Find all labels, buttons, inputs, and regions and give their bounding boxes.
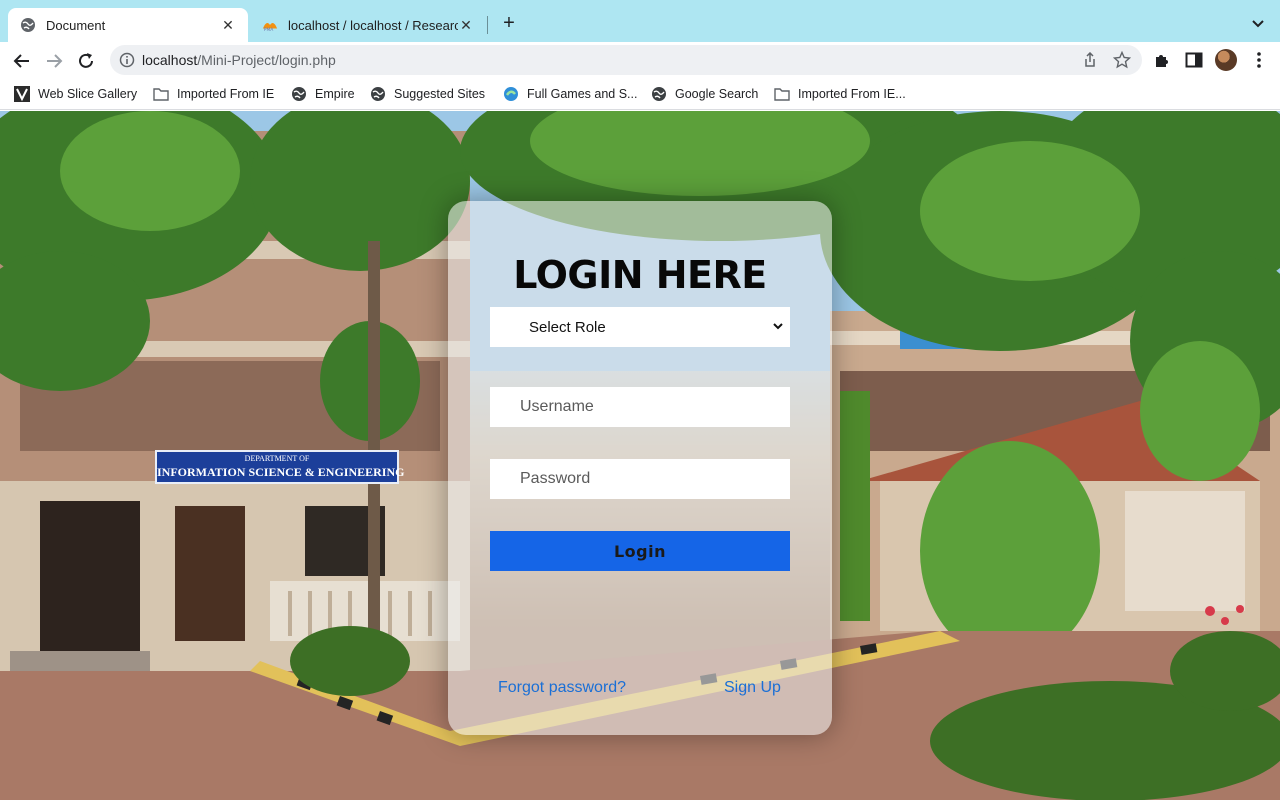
back-arrow-icon[interactable] — [10, 49, 34, 73]
profile-avatar[interactable] — [1215, 49, 1237, 71]
password-input[interactable] — [490, 459, 790, 499]
extensions-puzzle-icon[interactable] — [1152, 50, 1172, 70]
chevron-down-icon — [772, 319, 784, 333]
bookmark-label: Empire — [315, 87, 355, 101]
bookmark-label: Imported From IE... — [798, 87, 906, 101]
tab-research[interactable]: PMA localhost / localhost / Research ✕ — [250, 8, 486, 42]
department-sign-line-2: INFORMATION SCIENCE & ENGINEERING — [157, 465, 405, 479]
svg-text:PMA: PMA — [264, 27, 274, 33]
bookmark-web-slice-gallery[interactable]: Web Slice Gallery — [14, 84, 137, 104]
address-bar[interactable]: localhost/Mini-Project/login.php — [110, 45, 1142, 75]
bookmark-label: Imported From IE — [177, 87, 275, 101]
url-host: localhost — [142, 52, 198, 68]
tab-title: Document — [46, 17, 106, 33]
login-page: DEPARTMENT OF INFORMATION SCIENCE & ENGI… — [0, 111, 1280, 800]
new-tab-button[interactable]: + — [498, 13, 520, 35]
more-vertical-icon[interactable] — [1249, 50, 1269, 70]
share-icon[interactable] — [1081, 51, 1099, 69]
role-select-value: Select Role — [529, 318, 606, 336]
globe-icon — [291, 86, 307, 102]
tab-strip: Document ✕ PMA localhost / localhost / R… — [0, 0, 1280, 42]
bookmark-label: Full Games and S... — [527, 87, 638, 101]
bookmark-imported-from-ie-2[interactable]: Imported From IE... — [774, 84, 906, 104]
sign-up-link[interactable]: Sign Up — [724, 679, 781, 697]
username-input[interactable] — [490, 387, 790, 427]
tab-divider — [487, 16, 488, 34]
tab-search-chevron-icon[interactable] — [1248, 14, 1268, 34]
phpmyadmin-icon: PMA — [262, 17, 278, 33]
tab-title: localhost / localhost / Research — [288, 17, 458, 33]
close-tab-icon[interactable]: ✕ — [220, 17, 236, 33]
bookmark-label: Suggested Sites — [394, 87, 486, 101]
close-tab-icon[interactable]: ✕ — [458, 17, 474, 33]
bookmark-suggested-sites[interactable]: Suggested Sites — [370, 84, 485, 104]
bookmark-empire[interactable]: Empire — [291, 84, 355, 104]
reload-icon[interactable] — [74, 49, 98, 73]
bookmark-google-search[interactable]: Google Search — [651, 84, 758, 104]
edge-icon — [503, 86, 519, 102]
browser-toolbar: localhost/Mini-Project/login.php — [0, 42, 1280, 78]
url-path: /Mini-Project/login.php — [197, 52, 336, 68]
role-select[interactable]: Select Role — [490, 307, 790, 347]
tab-document[interactable]: Document ✕ — [8, 8, 248, 42]
bookmark-star-icon[interactable] — [1113, 51, 1131, 69]
bookmark-label: Web Slice Gallery — [38, 87, 138, 101]
login-title: LOGIN HERE — [513, 253, 767, 297]
login-card: LOGIN HERE Select Role Login Forgot pass… — [448, 201, 832, 735]
folder-icon — [153, 86, 169, 102]
department-sign-line-1: DEPARTMENT OF — [244, 454, 310, 463]
login-button[interactable]: Login — [490, 531, 790, 571]
folder-icon — [774, 86, 790, 102]
department-sign: DEPARTMENT OF INFORMATION SCIENCE & ENGI… — [155, 450, 405, 484]
url-text: localhost/Mini-Project/login.php — [142, 52, 336, 68]
bookmark-label: Google Search — [675, 87, 759, 101]
forgot-password-link[interactable]: Forgot password? — [498, 679, 626, 697]
site-info-icon[interactable] — [119, 52, 135, 68]
globe-icon — [651, 86, 667, 102]
side-panel-icon[interactable] — [1184, 50, 1204, 70]
globe-icon — [370, 86, 386, 102]
bookmark-imported-from-ie[interactable]: Imported From IE — [153, 84, 274, 104]
bookmarks-bar: Web Slice Gallery Imported From IE Empir… — [0, 78, 1280, 110]
forward-arrow-icon[interactable] — [42, 49, 66, 73]
globe-icon — [20, 17, 36, 33]
web-slice-icon — [14, 86, 30, 102]
bookmark-full-games[interactable]: Full Games and S... — [503, 84, 637, 104]
